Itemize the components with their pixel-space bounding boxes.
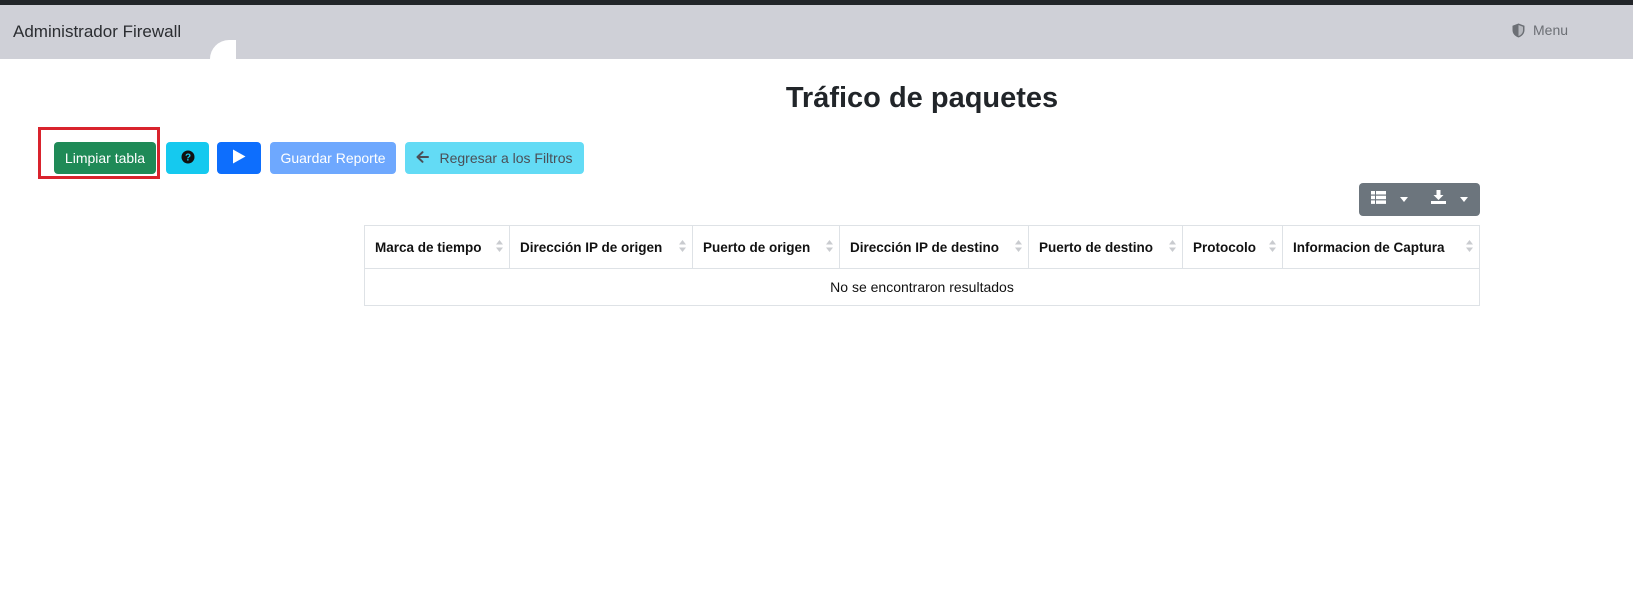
shield-icon	[1512, 23, 1525, 38]
back-to-filters-label: Regresar a los Filtros	[439, 150, 573, 166]
sort-icon	[496, 240, 503, 255]
column-header-timestamp[interactable]: Marca de tiempo	[364, 225, 510, 269]
play-icon	[232, 149, 246, 167]
back-to-filters-button[interactable]: Regresar a los Filtros	[405, 142, 584, 174]
columns-icon	[1370, 190, 1386, 209]
table-row: No se encontraron resultados	[364, 268, 1480, 306]
brand-title[interactable]: Administrador Firewall	[13, 22, 181, 42]
export-dropdown-button[interactable]	[1420, 183, 1481, 216]
sort-icon	[1466, 240, 1473, 255]
sort-icon	[1169, 240, 1176, 255]
sort-icon	[1269, 240, 1276, 255]
column-header-label: Dirección IP de origen	[520, 239, 663, 255]
column-header-label: Informacion de Captura	[1293, 239, 1445, 255]
column-header-source-ip[interactable]: Dirección IP de origen	[509, 225, 693, 269]
empty-results-message: No se encontraron resultados	[364, 268, 1480, 306]
table-header-row: Marca de tiempo Dirección IP de origen P…	[364, 225, 1480, 269]
svg-text:?: ?	[184, 152, 190, 163]
table-tools-group	[1359, 183, 1480, 216]
clear-table-button[interactable]: Limpiar tabla	[54, 142, 156, 174]
download-icon	[1431, 190, 1447, 209]
arrow-left-icon	[416, 150, 430, 166]
column-header-label: Marca de tiempo	[375, 239, 482, 255]
chevron-down-icon	[1399, 197, 1408, 202]
sort-icon	[1015, 240, 1022, 255]
chevron-down-icon	[1460, 197, 1469, 202]
column-header-label: Puerto de destino	[1039, 239, 1154, 255]
column-header-label: Dirección IP de destino	[850, 239, 1000, 255]
column-header-source-port[interactable]: Puerto de origen	[692, 225, 840, 269]
sort-icon	[679, 240, 686, 255]
save-report-button[interactable]: Guardar Reporte	[270, 142, 396, 174]
navbar	[0, 5, 1633, 59]
column-header-label: Puerto de origen	[703, 239, 811, 255]
packet-traffic-table: Marca de tiempo Dirección IP de origen P…	[364, 225, 1480, 306]
menu-label: Menu	[1533, 22, 1569, 38]
play-button[interactable]	[217, 142, 261, 174]
column-header-capture-info[interactable]: Informacion de Captura	[1282, 225, 1480, 269]
column-header-label: Protocolo	[1193, 239, 1256, 255]
column-header-destination-port[interactable]: Puerto de destino	[1028, 225, 1183, 269]
help-button[interactable]: ?	[166, 142, 209, 174]
column-header-protocol[interactable]: Protocolo	[1182, 225, 1283, 269]
page-title: Tráfico de paquetes	[785, 82, 1059, 114]
question-circle-icon: ?	[181, 150, 195, 167]
menu-toggle[interactable]: Menu	[1512, 22, 1568, 38]
column-header-destination-ip[interactable]: Dirección IP de destino	[839, 225, 1029, 269]
columns-dropdown-button[interactable]	[1359, 183, 1420, 216]
sort-icon	[826, 240, 833, 255]
